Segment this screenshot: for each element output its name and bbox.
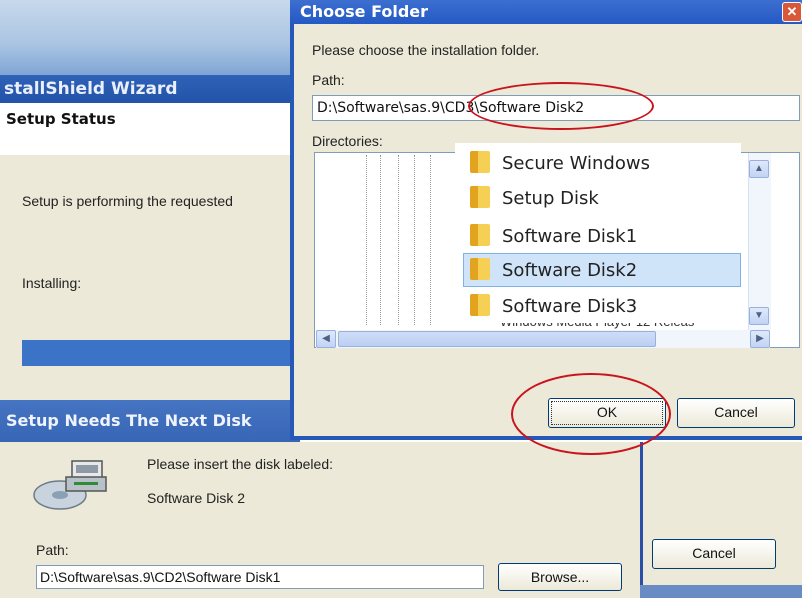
directories-label: Directories: — [312, 133, 383, 149]
scroll-down-icon[interactable]: ▼ — [749, 307, 769, 325]
tree-guide — [430, 155, 431, 325]
tree-guide — [366, 155, 367, 325]
installing-label: Installing: — [22, 275, 82, 291]
close-icon[interactable]: ✕ — [782, 2, 802, 22]
scroll-right-icon[interactable]: ▶ — [750, 330, 770, 348]
folder-icon — [470, 151, 490, 173]
scroll-up-icon[interactable]: ▲ — [749, 160, 769, 178]
folder-item[interactable]: Secure Windows — [470, 147, 740, 181]
path-label: Path: — [36, 542, 69, 558]
disk-path-input[interactable]: D:\Software\sas.9\CD2\Software Disk1 — [36, 565, 484, 589]
ok-highlight-annotation — [511, 373, 671, 455]
path-highlight-annotation — [468, 82, 654, 130]
vertical-scrollbar[interactable] — [748, 153, 771, 330]
dialog-cancel-button[interactable]: Cancel — [677, 398, 795, 428]
disk-label-text: Software Disk 2 — [147, 490, 246, 506]
next-disk-title: Setup Needs The Next Disk — [6, 411, 252, 430]
folder-name: Secure Windows — [502, 153, 650, 174]
dialog-path-label: Path: — [312, 72, 345, 88]
folder-name: Software Disk2 — [502, 260, 638, 281]
performing-text: Setup is performing the requested — [22, 193, 233, 209]
progress-fill — [22, 340, 292, 366]
setup-status-heading: Setup Status — [6, 110, 116, 128]
folder-icon — [470, 186, 490, 208]
folder-icon — [470, 294, 490, 316]
disk-drive-icon — [33, 460, 107, 510]
tree-guide — [398, 155, 399, 325]
dialog-instruction: Please choose the installation folder. — [312, 42, 540, 58]
tree-guide — [414, 155, 415, 325]
folder-item[interactable]: Software Disk2 — [463, 253, 741, 287]
tree-guide — [380, 155, 381, 325]
wizard-title: stallShield Wizard — [4, 79, 178, 99]
folder-icon — [470, 224, 490, 246]
folder-item[interactable]: Software Disk1 — [470, 220, 740, 254]
folder-name: Software Disk1 — [502, 226, 638, 247]
folder-icon — [470, 258, 490, 280]
folder-name: Setup Disk — [502, 188, 599, 209]
dialog-title: Choose Folder — [300, 2, 429, 21]
insert-disk-text: Please insert the disk labeled: — [147, 456, 333, 472]
folder-name: Software Disk3 — [502, 296, 638, 317]
wizard-title-bar: stallShield Wizard — [0, 75, 300, 103]
right-panel — [640, 442, 802, 598]
scroll-left-icon[interactable]: ◀ — [316, 330, 336, 348]
panel-border — [640, 585, 802, 598]
browse-button[interactable]: Browse... — [498, 563, 622, 591]
next-disk-cancel-button[interactable]: Cancel — [652, 539, 776, 569]
folder-item[interactable]: Setup Disk — [470, 182, 740, 216]
horizontal-scroll-thumb[interactable] — [338, 331, 656, 347]
folder-item[interactable]: Software Disk3 — [470, 290, 740, 324]
